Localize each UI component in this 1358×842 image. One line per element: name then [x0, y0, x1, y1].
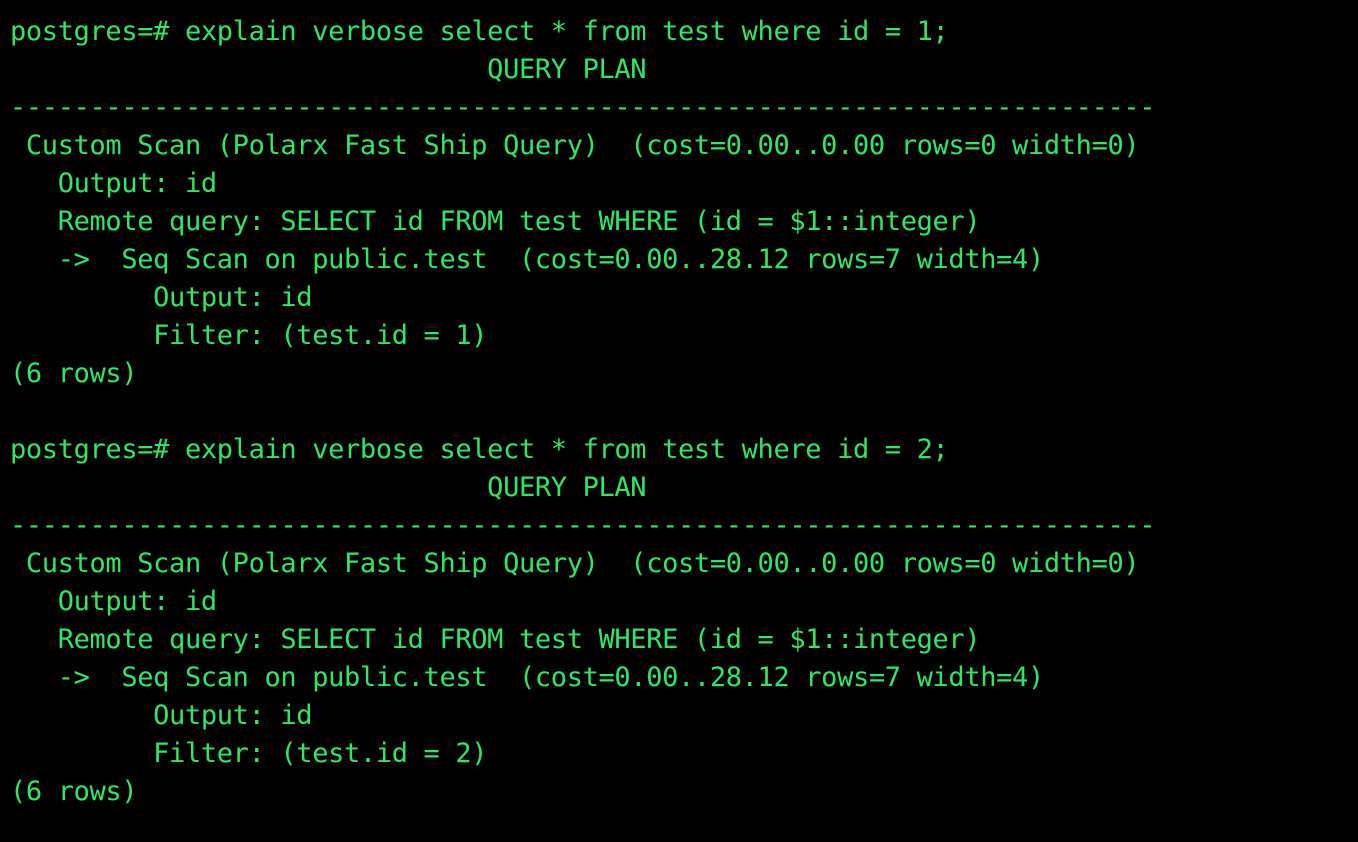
plan-row: Filter: (test.id = 1) [10, 320, 488, 351]
plan-row: Remote query: SELECT id FROM test WHERE … [10, 206, 981, 237]
plan-row: -> Seq Scan on public.test (cost=0.00..2… [10, 244, 1045, 275]
plan-row: Filter: (test.id = 2) [10, 738, 488, 769]
prompt-line: postgres=# explain verbose select * from… [10, 16, 949, 47]
plan-row: Output: id [10, 282, 313, 313]
plan-separator: ----------------------------------------… [10, 92, 1156, 123]
plan-row: Custom Scan (Polarx Fast Ship Query) (co… [10, 548, 1140, 579]
plan-row: Output: id [10, 700, 313, 731]
plan-header: QUERY PLAN [10, 54, 647, 85]
prompt-line: postgres=# explain verbose select * from… [10, 434, 949, 465]
plan-row: Remote query: SELECT id FROM test WHERE … [10, 624, 981, 655]
plan-header: QUERY PLAN [10, 472, 647, 503]
plan-row: Output: id [10, 168, 217, 199]
plan-row: -> Seq Scan on public.test (cost=0.00..2… [10, 662, 1045, 693]
row-count: (6 rows) [10, 776, 138, 807]
plan-row: Output: id [10, 586, 217, 617]
row-count: (6 rows) [10, 358, 138, 389]
plan-row: Custom Scan (Polarx Fast Ship Query) (co… [10, 130, 1140, 161]
terminal-window[interactable]: postgres=# explain verbose select * from… [0, 0, 1358, 842]
plan-separator: ----------------------------------------… [10, 510, 1156, 541]
